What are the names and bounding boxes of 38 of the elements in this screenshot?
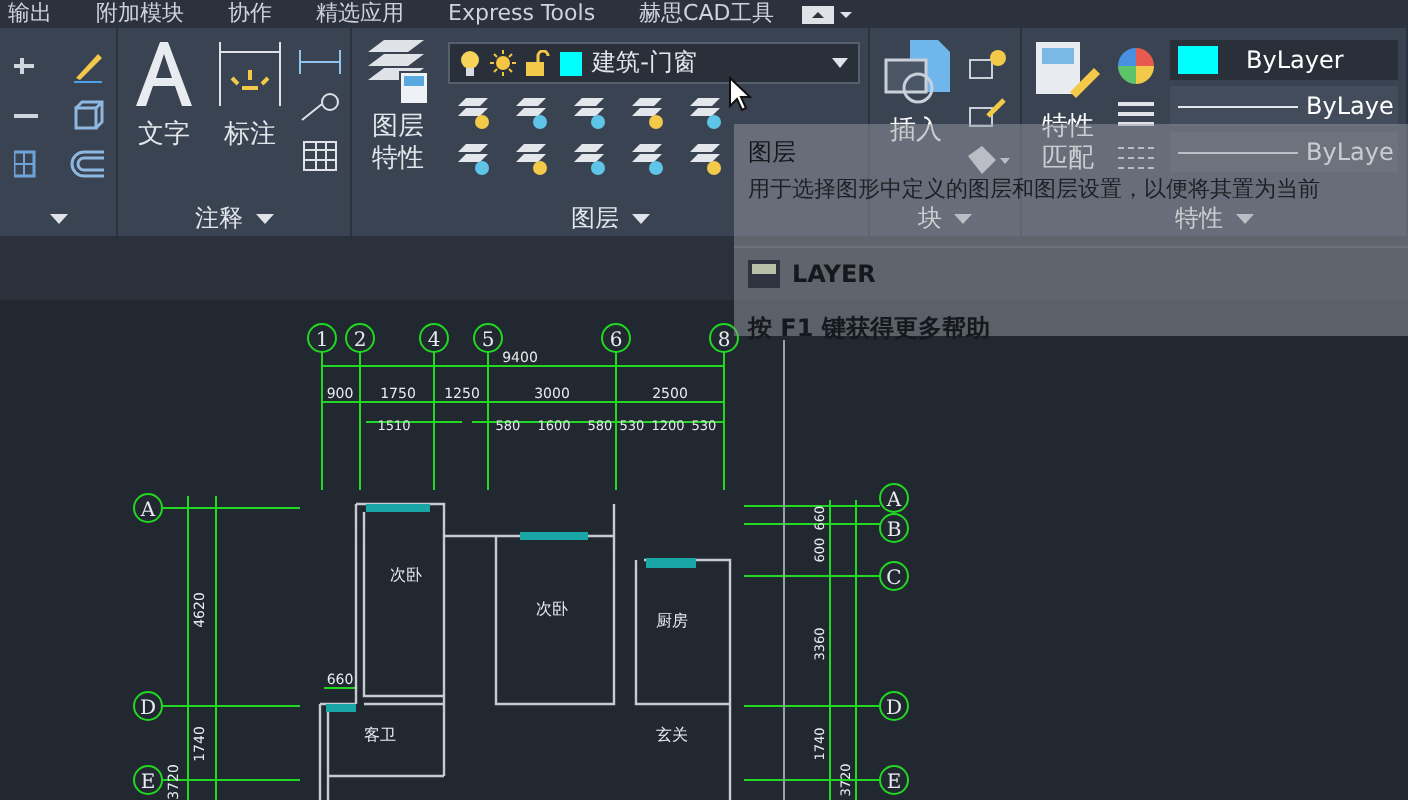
axis-bubble: 1 [307,323,337,353]
menu-tab[interactable]: 输出 [8,0,52,28]
room-label: 次卧 [536,600,568,618]
room-label: 次卧 [390,566,422,584]
axis-bubble: E [879,765,909,795]
menu-tab[interactable]: 精选应用 [316,0,404,28]
linetype-dropdown[interactable]: ByLaye [1170,86,1398,126]
axis-bubble: 8 [709,323,739,353]
tooltip-description: 用于选择图形中定义的图层和图层设置，以便将其置为当前 [748,176,1320,202]
menu-tab[interactable]: 附加模块 [96,0,184,28]
menu-tab[interactable]: 协作 [228,0,272,28]
axis-bubble: A [879,483,909,513]
axis-bubble: 2 [345,323,375,353]
axis-bubble: B [879,513,909,543]
axis-bubble: A [133,493,163,523]
axis-bubble: E [133,765,163,795]
tooltip-title: 图层 [748,138,796,166]
tooltip-help: 按 F1 键获得更多帮助 [748,314,990,342]
panel-label[interactable]: 注释 [195,206,244,232]
layer-properties-button[interactable]: 图层特性 [360,36,437,181]
text-button[interactable]: 文字 [126,36,203,156]
color-dropdown[interactable]: ByLayer [1170,40,1398,80]
axis-bubble: D [879,691,909,721]
axis-bubble: 5 [473,323,503,353]
match-properties-button[interactable]: 特性匹配 [1030,36,1106,181]
dimension-button[interactable]: 标注 [214,36,287,156]
menu-tab[interactable]: 赫思CAD工具 [639,0,775,28]
room-label: 客卫 [364,726,396,744]
menu-tab[interactable]: Express Tools [448,0,596,28]
axis-bubble: 4 [419,323,449,353]
room-label: 玄关 [656,726,688,744]
axis-bubble: C [879,561,909,591]
room-label: 厨房 [656,612,688,630]
layer-dropdown[interactable]: 建筑-门窗 [448,42,861,84]
panel-label[interactable]: 图层 [571,206,620,232]
command-name: LAYER [792,260,876,288]
axis-bubble: 6 [601,323,631,353]
axis-bubble: D [133,691,163,721]
